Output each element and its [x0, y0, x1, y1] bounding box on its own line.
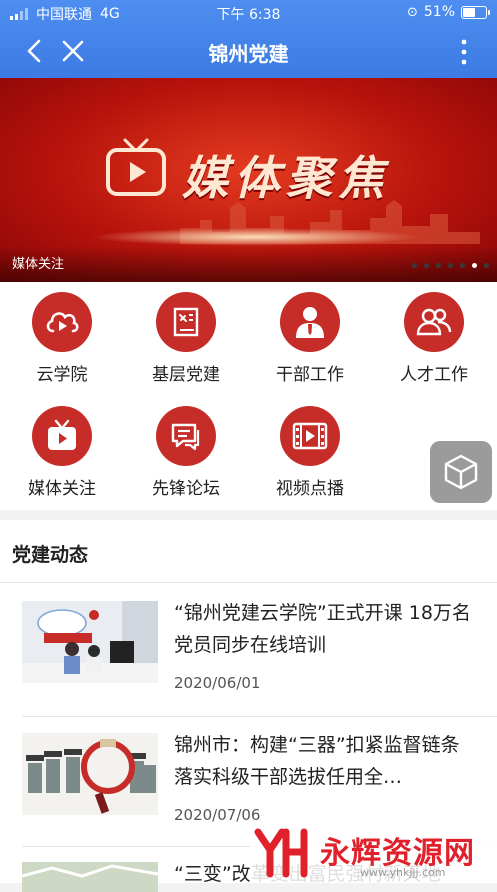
cube-icon — [444, 454, 478, 490]
grid-item-grassroots[interactable]: 基层党建 — [124, 292, 248, 385]
page-title: 锦州党建 — [208, 42, 289, 66]
news-date: 2020/06/01 — [174, 674, 261, 692]
carousel-dot[interactable] — [412, 263, 417, 268]
more-options-icon[interactable] — [459, 38, 469, 66]
carousel-dot[interactable] — [436, 263, 441, 268]
news-item[interactable]: “锦州党建云学院”正式开课 18万名党员同步在线培训 2020/06/01 — [22, 601, 482, 711]
status-bar: 中国联通 4G 下午 6:38 ⊙ 51% — [0, 0, 497, 26]
banner-carousel[interactable]: 媒体聚焦 媒体关注 — [0, 78, 497, 282]
forum-chat-icon — [156, 406, 216, 466]
orientation-lock-icon: ⊙ — [406, 4, 418, 20]
news-separator-wrap — [22, 716, 497, 717]
grid-item-label: 人才工作 — [400, 365, 468, 385]
battery-icon — [461, 5, 490, 19]
carousel-dot[interactable] — [424, 263, 429, 268]
film-icon — [280, 406, 340, 466]
news-thumbnail-classroom — [22, 601, 158, 683]
grid-item-pioneer-forum[interactable]: 先锋论坛 — [124, 406, 248, 499]
top-bar: 中国联通 4G 下午 6:38 ⊙ 51% 锦州党建 — [0, 0, 497, 78]
nav-bar: 锦州党建 — [0, 26, 497, 78]
grid-item-label: 先锋论坛 — [152, 479, 220, 499]
grid-item-label: 视频点播 — [276, 479, 344, 499]
carousel-dot[interactable] — [484, 263, 489, 268]
banner-caption: 媒体关注 — [12, 257, 65, 272]
grid-item-cadre-work[interactable]: 干部工作 — [248, 292, 372, 385]
section-heading: 党建动态 — [12, 544, 89, 566]
party-book-icon — [156, 292, 216, 352]
cloud-play-icon — [32, 292, 92, 352]
people-group-icon — [404, 292, 464, 352]
floating-cube-button[interactable] — [430, 441, 492, 503]
grid-item-label: 基层党建 — [152, 365, 220, 385]
carousel-dot-active[interactable] — [472, 263, 477, 268]
news-title: 锦州市：构建“三器”扣紧监督链条 落实科级干部选拔任用全… — [174, 734, 460, 788]
news-title: “锦州党建云学院”正式开课 18万名党员同步在线培训 — [174, 602, 471, 656]
cadre-person-icon — [280, 292, 340, 352]
grid-item-media-focus[interactable]: 媒体关注 — [0, 406, 124, 499]
grid-item-cloud-academy[interactable]: 云学院 — [0, 292, 124, 385]
watermark-url: www.yhkjjj.com — [360, 866, 446, 879]
tv-icon — [32, 406, 92, 466]
news-date: 2020/07/06 — [174, 806, 261, 824]
banner-glow — [90, 228, 420, 246]
banner-headline: 媒体聚焦 — [182, 151, 390, 205]
grid-item-label: 云学院 — [36, 365, 88, 385]
site-watermark: 永辉资源网 www.yhkjjj.com — [250, 822, 497, 883]
news-thumbnail-village — [22, 862, 158, 892]
carousel-dot[interactable] — [448, 263, 453, 268]
tv-play-icon — [106, 138, 166, 196]
carousel-dots[interactable] — [412, 263, 489, 268]
battery-percent: 51% — [423, 4, 455, 20]
grid-item-label: 媒体关注 — [28, 479, 96, 499]
grid-item-label: 干部工作 — [276, 365, 344, 385]
news-thumbnail-supervision — [22, 733, 158, 815]
carousel-dot[interactable] — [460, 263, 465, 268]
feature-grid: 云学院 基层党建 干部工作 人才工作 媒体关注 先锋论坛 视频点播 — [0, 282, 497, 510]
divider — [22, 716, 497, 717]
grid-item-talent-work[interactable]: 人才工作 — [372, 292, 496, 385]
grid-item-video-on-demand[interactable]: 视频点播 — [248, 406, 372, 499]
divider — [0, 582, 497, 583]
